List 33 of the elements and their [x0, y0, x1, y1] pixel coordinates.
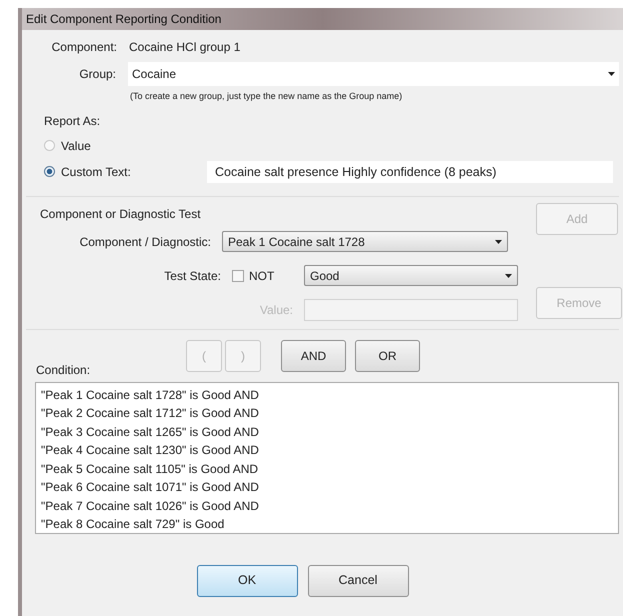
custom-text-field[interactable]: Cocaine salt presence Highly confidence (8 peaks) [207, 160, 613, 182]
radio-option[interactable]: Custom Text: [44, 162, 207, 180]
condition-line: "Peak 3 Cocaine salt 1265" is Good AND [41, 424, 259, 440]
condition-line: "Peak 1 Cocaine salt 1728" is Good AND [41, 386, 259, 404]
condition-line: "Peak 8 Cocaine salt 729" is Good [41, 516, 224, 533]
component-label: Component: [50, 39, 117, 56]
test-state-label: Test State: [163, 268, 222, 284]
group-hint: (To create a new group, just type the new name as the Group name) [130, 90, 404, 103]
not-checkbox[interactable]: NOT [232, 266, 304, 284]
report-as-label: Report As: [44, 112, 102, 130]
dropdown-arrow-icon [505, 274, 512, 278]
condition-line: "Peak 4 Cocaine salt 1230" is Good AND [41, 442, 259, 459]
dropdown-arrow-icon [495, 240, 502, 244]
value-label: Value: [258, 302, 294, 318]
operator-button[interactable]: AND [281, 340, 346, 372]
test-state-combobox[interactable]: Good [304, 265, 518, 286]
condition-list[interactable] [35, 382, 619, 534]
condition-label: Condition: [36, 362, 92, 378]
condition-line: "Peak 6 Cocaine salt 1071" is Good AND [41, 479, 259, 496]
cancel-button[interactable]: Cancel [308, 564, 408, 596]
radio-option[interactable]: Value [44, 136, 207, 154]
dropdown-arrow-icon [608, 72, 615, 76]
window-title: Edit Component Reporting Condition [22, 8, 623, 30]
condition-line: "Peak 5 Cocaine salt 1105" is Good AND [41, 460, 258, 478]
group-label: Group: [79, 66, 116, 83]
condition-line: "Peak 7 Cocaine salt 1026" is Good AND [41, 498, 259, 514]
operator-button[interactable]: OR [355, 340, 420, 372]
component-diagnostic-combobox[interactable]: Peak 1 Cocaine salt 1728 [222, 231, 508, 252]
ok-button[interactable]: OK [196, 564, 298, 596]
component-diagnostic-label: Component / Diagnostic: [78, 234, 212, 250]
section-title: Component or Diagnostic Test [40, 206, 202, 222]
condition-line: "Peak 2 Cocaine salt 1712" is Good AND [41, 405, 259, 422]
component-value: Cocaine HCl group 1 [129, 39, 240, 56]
